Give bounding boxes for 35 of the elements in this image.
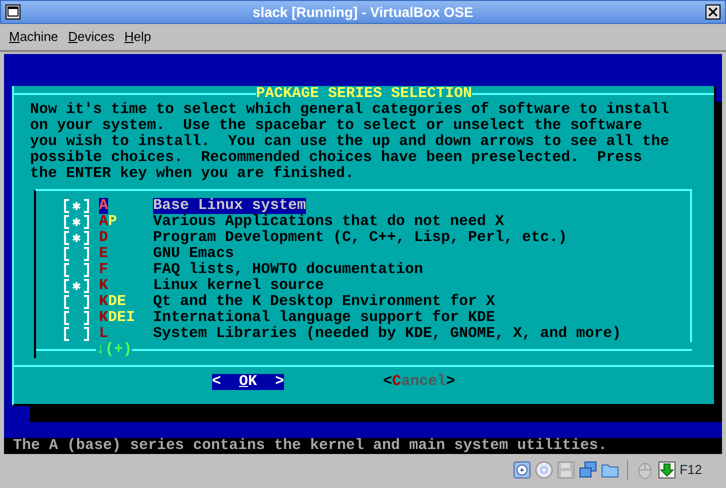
series-tag[interactable]: A bbox=[99, 198, 108, 214]
series-description[interactable]: Linux kernel source bbox=[153, 278, 324, 294]
series-description[interactable]: Base Linux system bbox=[153, 198, 306, 214]
menu-item[interactable]: Devices bbox=[63, 27, 120, 47]
series-description[interactable]: International language support for KDE bbox=[153, 310, 496, 326]
dialog-title: PACKAGE SERIES SELECTION bbox=[256, 86, 472, 102]
checkbox[interactable] bbox=[63, 326, 90, 342]
series-description[interactable]: GNU Emacs bbox=[153, 246, 234, 262]
checkbox[interactable] bbox=[63, 278, 90, 294]
ok-button[interactable]: < OK > bbox=[212, 374, 284, 390]
cancel-button[interactable]: <Cancel> bbox=[383, 374, 456, 390]
series-description[interactable]: FAQ lists, HOWTO documentation bbox=[153, 262, 424, 278]
menu-item[interactable]: Machine bbox=[4, 27, 64, 47]
window-menu-icon[interactable] bbox=[5, 4, 21, 20]
checkbox[interactable] bbox=[63, 198, 90, 214]
instructions-text: Now it's time to select which general categories of software to install on your system. Use the spacebar to select or unselect the software you wish to install. You can use the up and down arrows to see all the possible choices. Recommended choices have been preselected. Press the ENTER key when you are finished. bbox=[30, 102, 670, 182]
series-description[interactable]: Various Applications that do not need X bbox=[153, 214, 504, 230]
floppy-icon[interactable] bbox=[556, 461, 575, 479]
close-icon[interactable] bbox=[705, 4, 721, 20]
checkbox[interactable] bbox=[63, 214, 90, 230]
scroll-indicator: ↓(+) bbox=[96, 342, 132, 358]
arrow-down-icon[interactable] bbox=[658, 461, 676, 479]
host-key-label: F12 bbox=[680, 461, 702, 480]
checkbox[interactable] bbox=[63, 294, 90, 310]
checkbox[interactable] bbox=[63, 262, 90, 278]
checkbox[interactable] bbox=[63, 310, 90, 326]
series-description[interactable]: Qt and the K Desktop Environment for X bbox=[153, 294, 496, 310]
window-title: slack [Running] - VirtualBox OSE bbox=[252, 2, 474, 22]
series-description[interactable]: Program Development (C, C++, Lisp, Perl, etc.) bbox=[153, 230, 568, 246]
cd-icon[interactable] bbox=[534, 461, 553, 479]
network-icon[interactable] bbox=[578, 461, 597, 479]
menu-item[interactable]: Help bbox=[119, 27, 156, 47]
series-description[interactable]: System Libraries (needed by KDE, GNOME, X, and more) bbox=[153, 326, 622, 342]
checkbox[interactable] bbox=[63, 230, 90, 246]
checkbox[interactable] bbox=[63, 246, 90, 262]
